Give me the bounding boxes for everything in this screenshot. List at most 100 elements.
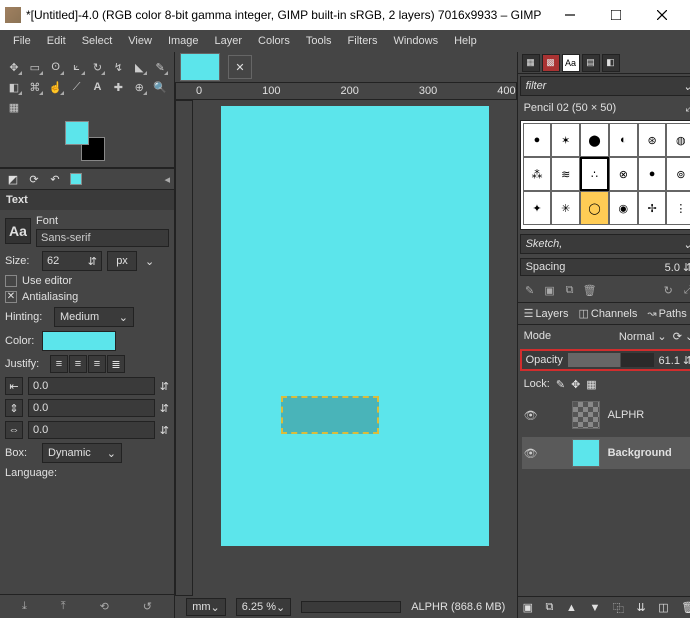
merge-icon[interactable]: ⇊ — [637, 601, 646, 614]
open-brush-icon[interactable]: ⤢ — [680, 282, 690, 298]
size-unit[interactable]: px — [107, 251, 137, 271]
menu-help[interactable]: Help — [446, 32, 485, 50]
measure-tool[interactable]: ⊕ — [130, 78, 148, 96]
font-field[interactable]: Sans-serif — [36, 229, 169, 247]
mode-select[interactable]: Normal — [619, 331, 654, 343]
history-tab[interactable]: ↶ — [46, 170, 64, 188]
close-image-icon[interactable]: ✕ — [228, 55, 252, 79]
menu-filters[interactable]: Filters — [340, 32, 386, 50]
zoom-tool[interactable]: 🔍 — [151, 78, 169, 96]
refresh-brush-icon[interactable]: ↻ — [660, 282, 676, 298]
layer-row[interactable]: 👁 Background — [522, 437, 690, 469]
lock-alpha-icon[interactable]: ▦ — [586, 378, 596, 391]
menu-edit[interactable]: Edit — [39, 32, 74, 50]
edit-brush-icon[interactable]: ✎ — [522, 282, 538, 298]
status-zoom[interactable]: 6.25 % ⌄ — [236, 598, 291, 616]
use-editor-check[interactable]: Use editor — [5, 275, 169, 287]
layer-row[interactable]: 👁 ALPHR — [522, 399, 690, 431]
bucket-tool[interactable]: ◣ — [130, 58, 148, 76]
minimize-button[interactable] — [547, 0, 593, 30]
justify-left[interactable]: ≡ — [50, 355, 68, 373]
path-tool[interactable]: ⟋ — [68, 78, 86, 96]
history-tab-r[interactable]: ▤ — [582, 54, 600, 72]
color-picker-tool[interactable]: ✚ — [109, 78, 127, 96]
selection-rect[interactable] — [281, 396, 379, 434]
antialiasing-check[interactable]: ✕Antialiasing — [5, 291, 169, 303]
brush-preset[interactable]: Sketch,⌄ — [520, 234, 690, 254]
letter-spacing-field[interactable]: 0.0 — [28, 421, 155, 439]
channels-tab[interactable]: ◫Channels — [574, 305, 641, 322]
brush-grid[interactable]: ●✶⬤◐⊛◍ ⁂≋∴⊗●⊚ ✦✳◯◉✢⋮ — [520, 120, 690, 230]
text-tool[interactable]: A — [89, 78, 107, 96]
menu-layer[interactable]: Layer — [207, 32, 251, 50]
image-thumb[interactable] — [180, 53, 220, 81]
gegl-tool[interactable]: ▦ — [5, 98, 23, 116]
menu-colors[interactable]: Colors — [250, 32, 298, 50]
restore-icon[interactable]: ⤒ — [61, 600, 66, 613]
font-preview[interactable]: Aa — [5, 218, 31, 244]
patterns-tab[interactable]: ▩ — [542, 54, 560, 72]
size-spinner[interactable]: 62⇵ — [42, 251, 102, 271]
close-button[interactable] — [639, 0, 685, 30]
indent-field[interactable]: 0.0 — [28, 377, 155, 395]
rotate-tool[interactable]: ↻ — [89, 58, 107, 76]
eraser-tool[interactable]: ◧ — [5, 78, 23, 96]
brush-filter[interactable]: filter⌄ — [520, 76, 690, 96]
line-spacing-field[interactable]: 0.0 — [28, 399, 155, 417]
dup-brush-icon[interactable]: ⧉ — [562, 282, 578, 298]
configure-tab-icon[interactable]: ◂ — [164, 173, 170, 186]
brush-tool[interactable]: ✎ — [151, 58, 169, 76]
justify-center[interactable]: ≡ — [88, 355, 106, 373]
fonts-tab[interactable]: Aa — [562, 54, 580, 72]
move-tool[interactable]: ✥ — [5, 58, 23, 76]
menu-view[interactable]: View — [120, 32, 160, 50]
box-select[interactable]: Dynamic⌄ — [42, 443, 122, 463]
layer-name[interactable]: Background — [608, 447, 672, 459]
color-swatch[interactable] — [42, 331, 116, 351]
opacity-row[interactable]: Opacity 61.1 ⇵ — [520, 349, 690, 371]
layer-name[interactable]: ALPHR — [608, 409, 645, 421]
status-unit[interactable]: mm ⌄ — [186, 598, 226, 616]
delete-icon[interactable]: ⟲ — [100, 600, 109, 613]
justify-fill[interactable]: ≣ — [107, 355, 125, 373]
lock-position-icon[interactable]: ✥ — [571, 378, 580, 391]
layers-tab[interactable]: ☰Layers — [520, 305, 573, 322]
fg-color[interactable] — [65, 121, 89, 145]
hinting-select[interactable]: Medium⌄ — [54, 307, 134, 327]
clone-tool[interactable]: ⌘ — [26, 78, 44, 96]
rect-select-tool[interactable]: ▭ — [26, 58, 44, 76]
gradients-tab[interactable]: ◧ — [602, 54, 620, 72]
down-layer-icon[interactable]: ▼ — [589, 602, 600, 614]
spacing-row[interactable]: Spacing5.0 ⇵ — [520, 258, 690, 276]
crop-tool[interactable]: ⟀ — [68, 58, 86, 76]
lock-pixels-icon[interactable]: ✎ — [556, 378, 565, 391]
dup-layer-icon[interactable]: ⿻ — [613, 600, 624, 616]
brush-open-icon[interactable]: ⤢ — [685, 102, 690, 115]
menu-windows[interactable]: Windows — [385, 32, 446, 50]
fg-bg-colors[interactable] — [65, 121, 105, 161]
eye-icon[interactable]: 👁 — [524, 447, 540, 460]
new-layer-icon[interactable]: ▣ — [523, 601, 533, 614]
paths-tab[interactable]: ↝Paths — [643, 305, 690, 322]
save-preset-icon[interactable]: ⤓ — [22, 600, 27, 613]
delete-layer-icon[interactable]: 🗑 — [681, 601, 690, 614]
image-page[interactable] — [221, 106, 489, 546]
maximize-button[interactable] — [593, 0, 639, 30]
eye-icon[interactable]: 👁 — [524, 409, 540, 422]
canvas[interactable] — [193, 100, 517, 596]
brushes-tab[interactable]: ▦ — [522, 54, 540, 72]
warp-tool[interactable]: ↯ — [109, 58, 127, 76]
menu-file[interactable]: File — [5, 32, 39, 50]
reset-icon[interactable]: ↺ — [143, 600, 152, 613]
menu-select[interactable]: Select — [74, 32, 121, 50]
device-tab[interactable]: ⟳ — [25, 170, 43, 188]
menu-image[interactable]: Image — [160, 32, 207, 50]
new-group-icon[interactable]: ⧉ — [546, 601, 554, 614]
lasso-tool[interactable]: ʘ — [47, 58, 65, 76]
up-layer-icon[interactable]: ▲ — [566, 602, 577, 614]
mask-icon[interactable]: ◫ — [658, 601, 668, 614]
new-brush-icon[interactable]: ▣ — [542, 282, 558, 298]
tool-options-tab[interactable]: ◩ — [4, 170, 22, 188]
menu-tools[interactable]: Tools — [298, 32, 340, 50]
del-brush-icon[interactable]: 🗑 — [582, 282, 598, 298]
